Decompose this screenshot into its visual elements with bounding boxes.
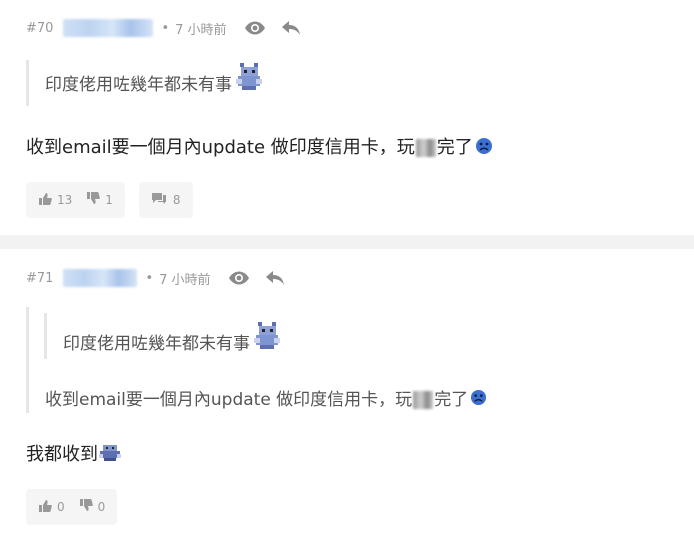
comment-bubble-icon: [151, 192, 167, 208]
nested-quote-content: 印度佬用咗幾年都未有事: [63, 334, 250, 354]
post-time: 7 小時前: [175, 22, 227, 38]
post-time: 7 小時前: [159, 272, 211, 288]
reply-arrow-icon[interactable]: [279, 17, 303, 39]
reply-count: 8: [172, 193, 181, 207]
sad-face-icon: [470, 389, 487, 411]
downvote-count: 1: [105, 193, 113, 207]
vote-box: 13 1: [26, 182, 125, 218]
username-blurred[interactable]: [63, 269, 138, 287]
eye-icon[interactable]: [243, 17, 267, 39]
username-blurred[interactable]: [63, 19, 154, 37]
sad-face-icon: [475, 137, 493, 160]
thumb-up-icon: [38, 499, 52, 515]
nested-quote-block: [44, 313, 47, 359]
post-number[interactable]: #71: [26, 271, 53, 286]
upvote-count: 13: [57, 193, 73, 207]
post-meta: #71 • 7 小時前: [26, 267, 299, 289]
body-text-part1: 收到email要一個月內update 做印度信用卡，玩: [26, 137, 415, 158]
downvote-button[interactable]: 0: [79, 499, 106, 515]
vote-box: 0 0: [26, 489, 118, 525]
post-meta: #70 • 7 小時前: [26, 17, 315, 39]
post: #70 • 7 小時前 印度佬用咗幾年都未有事 收到email要一個月內upda…: [0, 0, 694, 235]
quote-text-part2: 完了: [434, 390, 469, 410]
meta-separator: •: [161, 20, 170, 36]
eye-icon[interactable]: [227, 267, 251, 289]
thumb-down-icon: [86, 192, 101, 208]
downvote-count: 0: [97, 500, 106, 514]
censored-text: [415, 139, 436, 157]
nested-quote-text: 印度佬用咗幾年都未有事: [63, 321, 284, 357]
thumb-down-icon: [79, 499, 93, 515]
replies-button[interactable]: 8: [138, 182, 193, 218]
post-actions: 13 1 8: [26, 182, 193, 218]
pixel-dragon-sticker: [232, 59, 266, 98]
thread-page: #70 • 7 小時前 印度佬用咗幾年都未有事 收到email要一個月內upda…: [0, 0, 694, 544]
post-actions: 0 0: [26, 489, 118, 525]
post-body: 收到email要一個月內update 做印度信用卡，玩 完了: [26, 133, 493, 160]
upvote-count: 0: [57, 500, 65, 514]
post: #71 • 7 小時前 印度佬用咗幾年都未有事 收到email要一個月內upda…: [0, 249, 694, 544]
censored-text: [413, 391, 434, 409]
quote-block: [26, 60, 29, 106]
thumb-up-icon: [38, 192, 52, 208]
upvote-button[interactable]: 0: [38, 499, 65, 515]
quote-block: [26, 307, 29, 413]
quote-content: 印度佬用咗幾年都未有事: [45, 75, 232, 95]
downvote-button[interactable]: 1: [86, 192, 113, 208]
post-divider: [0, 235, 694, 249]
body-text-part2: 完了: [436, 137, 473, 158]
pixel-dragon-sticker: [250, 318, 284, 357]
pixel-dragon-sticker: [98, 443, 122, 468]
post-number[interactable]: #70: [26, 21, 53, 36]
post-body: 我都收到: [26, 440, 122, 468]
reply-arrow-icon[interactable]: [263, 267, 287, 289]
upvote-button[interactable]: 13: [38, 192, 72, 208]
quote-text-part1: 收到email要一個月內update 做印度信用卡，玩: [45, 390, 413, 410]
quote-text: 印度佬用咗幾年都未有事: [45, 62, 266, 98]
body-text: 我都收到: [26, 444, 98, 465]
meta-separator: •: [145, 270, 154, 286]
quote-text: 收到email要一個月內update 做印度信用卡，玩 完了: [45, 385, 487, 411]
